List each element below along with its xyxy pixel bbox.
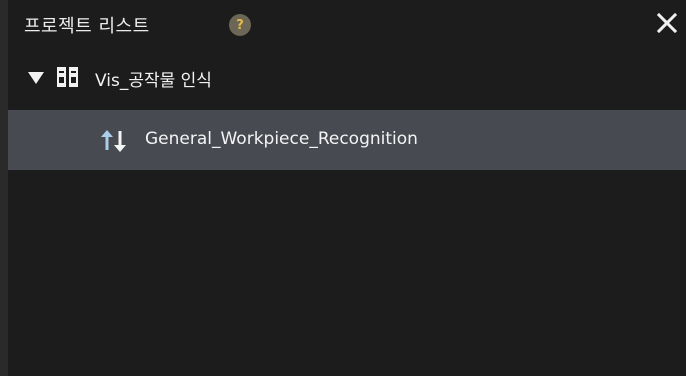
- sort-arrows-icon: [100, 129, 128, 153]
- panel-left-border: [0, 0, 8, 376]
- close-icon[interactable]: [654, 10, 680, 36]
- solution-icon: [57, 67, 79, 87]
- panel-header: 프로젝트 리스트 ?: [8, 0, 686, 52]
- help-icon[interactable]: ?: [229, 14, 251, 36]
- tree-item-project[interactable]: General_Workpiece_Recognition: [8, 110, 686, 170]
- panel-title: 프로젝트 리스트: [24, 16, 150, 37]
- project-label: General_Workpiece_Recognition: [145, 129, 418, 149]
- project-list-panel: 프로젝트 리스트 ? Vis_공작물 인식 General_Workpiece_…: [8, 0, 686, 376]
- solution-label: Vis_공작물 인식: [95, 71, 212, 91]
- caret-down-icon[interactable]: [28, 70, 44, 84]
- tree-item-solution[interactable]: Vis_공작물 인식: [8, 58, 686, 98]
